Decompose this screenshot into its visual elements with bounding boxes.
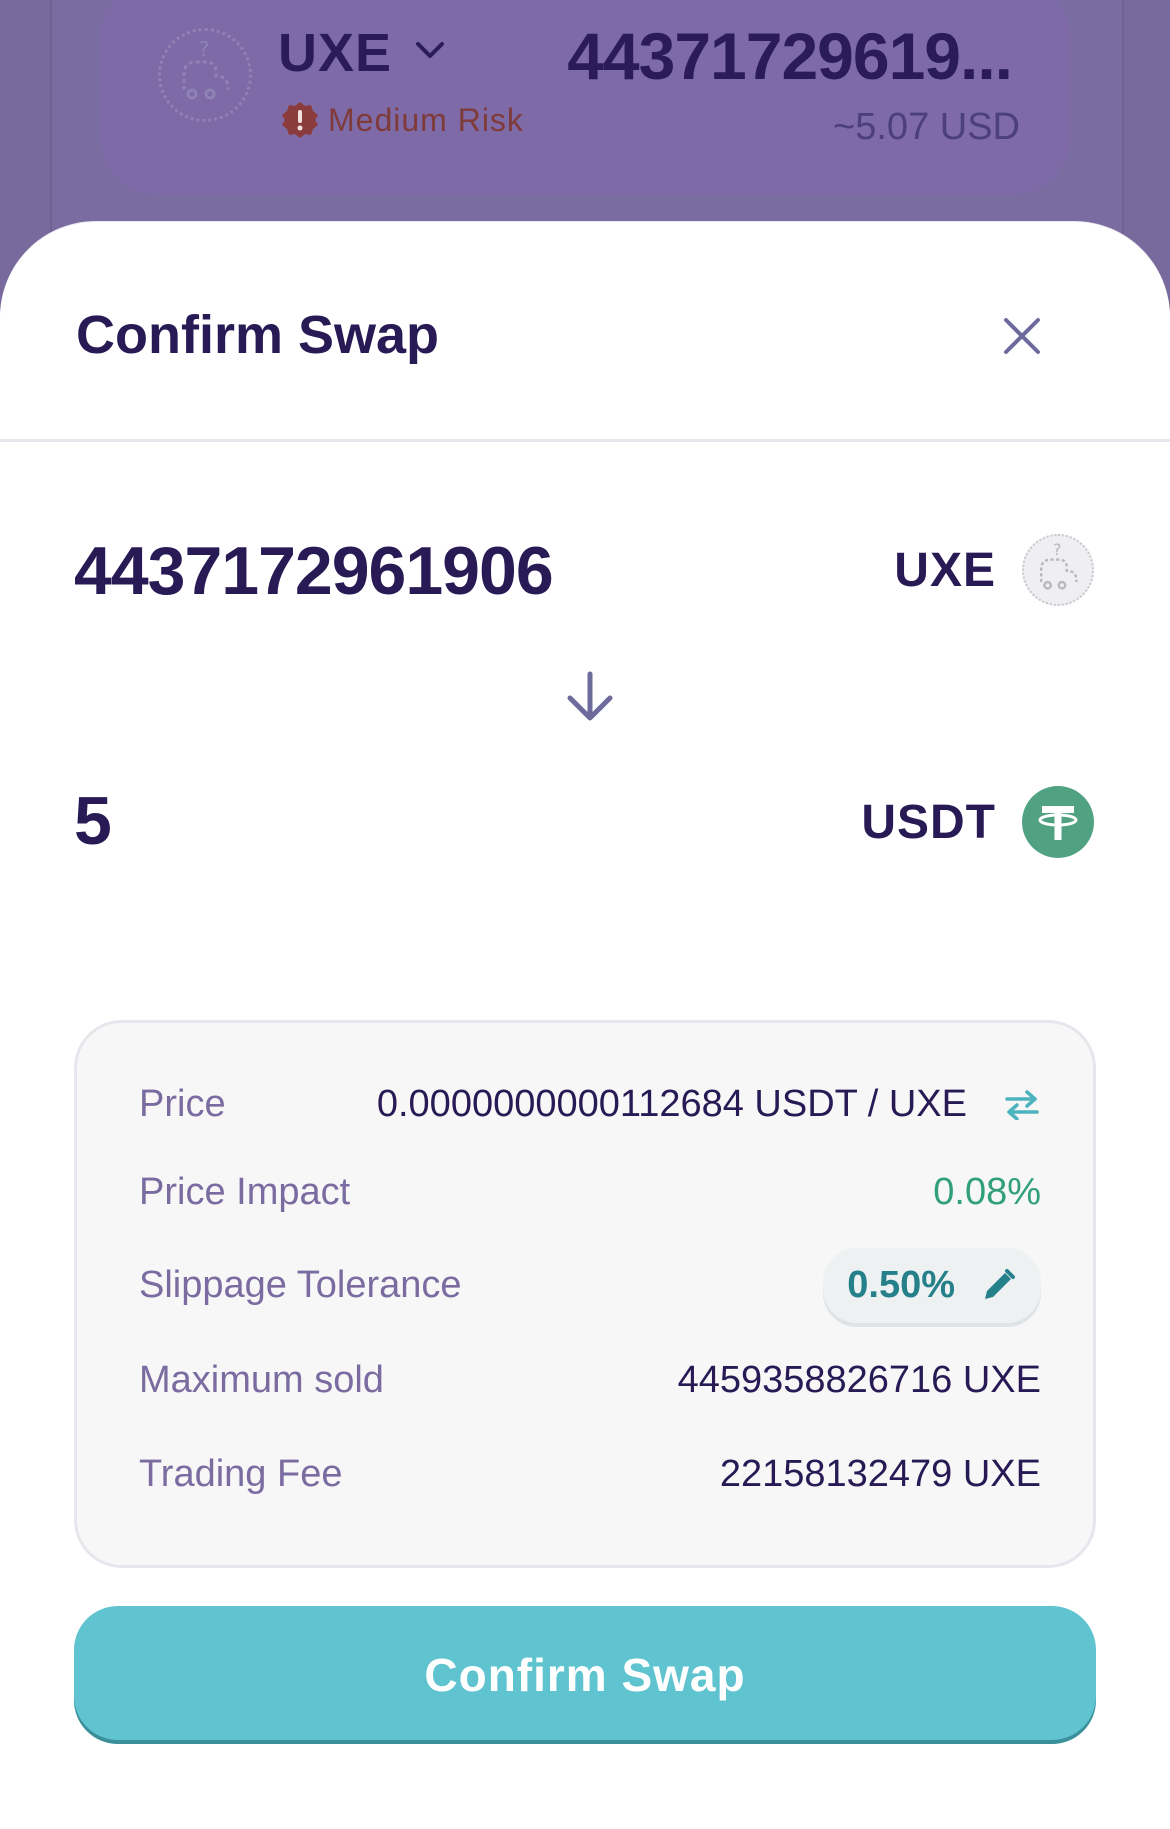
to-token-symbol: USDT — [861, 795, 996, 849]
close-button[interactable] — [990, 304, 1054, 368]
price-value-group: 0.0000000000112684 USDT / UXE — [377, 1083, 1041, 1126]
confirm-swap-sheet: Confirm Swap 4437172961906 UXE ? 5 USDT — [0, 222, 1170, 1829]
sheet-title: Confirm Swap — [76, 305, 440, 365]
price-label: Price — [139, 1083, 226, 1125]
price-impact-row: Price Impact 0.08% — [139, 1171, 1041, 1214]
trading-fee-value: 22158132479 UXE — [719, 1453, 1041, 1495]
maximum-sold-value: 4459358826716 UXE — [677, 1359, 1041, 1401]
swap-details-card: Price 0.0000000000112684 USDT / UXE Pric… — [74, 1020, 1096, 1568]
slippage-row: Slippage Tolerance 0.50% — [139, 1248, 1041, 1323]
close-icon — [1004, 318, 1040, 354]
svg-text:?: ? — [199, 40, 210, 61]
confirm-swap-button[interactable]: Confirm Swap — [74, 1606, 1096, 1744]
from-amount: 4437172961906 — [74, 533, 554, 609]
risk-badge: Medium Risk — [280, 100, 524, 140]
price-impact-label: Price Impact — [139, 1171, 351, 1213]
arrow-down-icon — [564, 670, 616, 731]
from-token-symbol: UXE — [894, 543, 996, 597]
svg-text:?: ? — [1053, 542, 1062, 559]
tether-icon — [1022, 786, 1094, 858]
price-value: 0.0000000000112684 USDT / UXE — [376, 1083, 967, 1125]
from-token: UXE ? — [894, 534, 1094, 606]
slippage-edit-button[interactable]: 0.50% — [823, 1248, 1041, 1323]
risk-label: Medium Risk — [328, 101, 524, 138]
to-token: USDT — [861, 786, 1094, 858]
unknown-token-icon: ? — [158, 28, 252, 122]
warning-badge-icon — [282, 102, 318, 138]
to-amount: 5 — [74, 783, 112, 859]
swap-direction-button[interactable] — [1003, 1089, 1041, 1120]
price-row: Price 0.0000000000112684 USDT / UXE — [139, 1083, 1041, 1126]
pencil-icon — [985, 1268, 1015, 1299]
swap-arrows-icon — [1005, 1089, 1039, 1120]
background-usd-estimate: ~5.07 USD — [833, 106, 1020, 148]
maximum-sold-row: Maximum sold 4459358826716 UXE — [139, 1359, 1041, 1402]
slippage-label: Slippage Tolerance — [139, 1264, 462, 1306]
trading-fee-label: Trading Fee — [139, 1453, 343, 1495]
maximum-sold-label: Maximum sold — [139, 1359, 384, 1401]
background-amount: 44371729619... — [567, 19, 1013, 93]
trading-fee-row: Trading Fee 22158132479 UXE — [139, 1453, 1041, 1496]
confirm-swap-button-label: Confirm Swap — [424, 1649, 746, 1701]
sheet-header: Confirm Swap — [0, 222, 1170, 442]
slippage-value: 0.50% — [847, 1264, 955, 1306]
chevron-down-icon — [412, 38, 448, 67]
price-impact-value: 0.08% — [933, 1171, 1041, 1213]
background-token-symbol: UXE — [278, 23, 393, 83]
unknown-token-icon: ? — [1022, 534, 1094, 606]
